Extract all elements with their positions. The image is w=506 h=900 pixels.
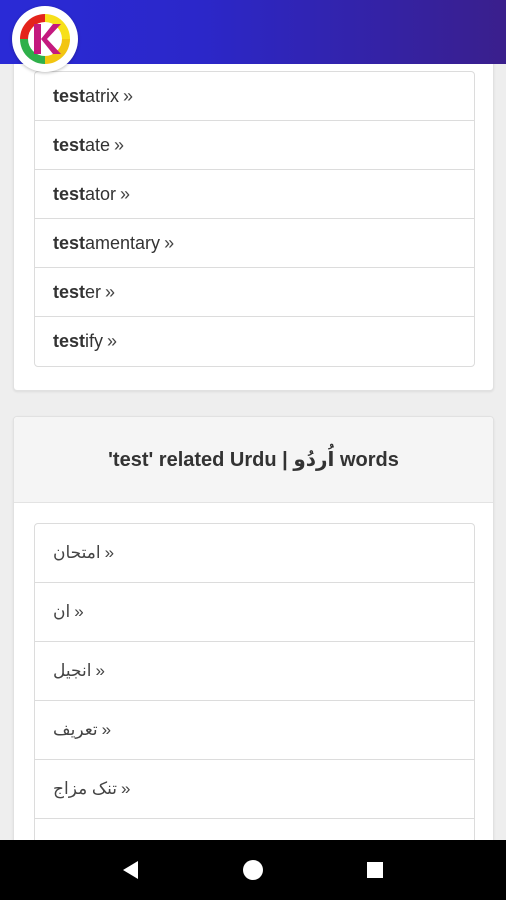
urdu-word-link[interactable]: انجیل »: [35, 642, 474, 701]
urdu-related-card: 'test' related Urdu | اُردُو words امتحا…: [13, 416, 494, 840]
home-circle-icon: [243, 860, 263, 880]
urdu-word-link[interactable]: تنک مزاج »: [35, 760, 474, 819]
main-content[interactable]: testatrix » testate » testator » testame…: [0, 64, 506, 840]
double-chevron-right-icon: »: [114, 134, 125, 155]
double-chevron-right-icon: »: [95, 661, 105, 680]
urdu-word-link[interactable]: تعریف »: [35, 701, 474, 760]
section-title: 'test' related Urdu | اُردُو words: [14, 417, 493, 503]
double-chevron-right-icon: »: [107, 331, 118, 351]
double-chevron-right-icon: »: [123, 85, 134, 106]
double-chevron-right-icon: »: [104, 543, 115, 562]
word-link[interactable]: testate »: [35, 121, 474, 170]
home-button[interactable]: [233, 850, 273, 890]
recents-button[interactable]: [355, 850, 395, 890]
word-link[interactable]: tester »: [35, 268, 474, 317]
word-link[interactable]: testify »: [35, 317, 474, 366]
app-logo[interactable]: [12, 6, 78, 72]
urdu-word-list: امتحان » ان » انجیل » تعریف » تنک مزاج »: [34, 523, 475, 840]
double-chevron-right-icon: »: [101, 720, 112, 739]
double-chevron-right-icon: »: [164, 232, 175, 253]
word-link[interactable]: testator »: [35, 170, 474, 219]
double-chevron-right-icon: »: [105, 281, 116, 302]
urdu-word-link[interactable]: ان »: [35, 583, 474, 642]
double-chevron-right-icon: »: [74, 602, 84, 621]
urdu-word-link[interactable]: امتحان »: [35, 524, 474, 583]
urdu-word-link[interactable]: [35, 819, 474, 840]
word-link[interactable]: testatrix »: [35, 72, 474, 121]
recents-square-icon: [367, 862, 383, 878]
back-button[interactable]: [111, 850, 151, 890]
english-related-card: testatrix » testate » testator » testame…: [13, 64, 494, 391]
word-link[interactable]: testamentary »: [35, 219, 474, 268]
back-triangle-icon: [123, 861, 138, 879]
system-navigation-bar: [0, 840, 506, 900]
english-word-list: testatrix » testate » testator » testame…: [34, 71, 475, 367]
k-logo-icon: [14, 8, 76, 70]
double-chevron-right-icon: »: [120, 779, 131, 798]
double-chevron-right-icon: »: [120, 183, 131, 204]
